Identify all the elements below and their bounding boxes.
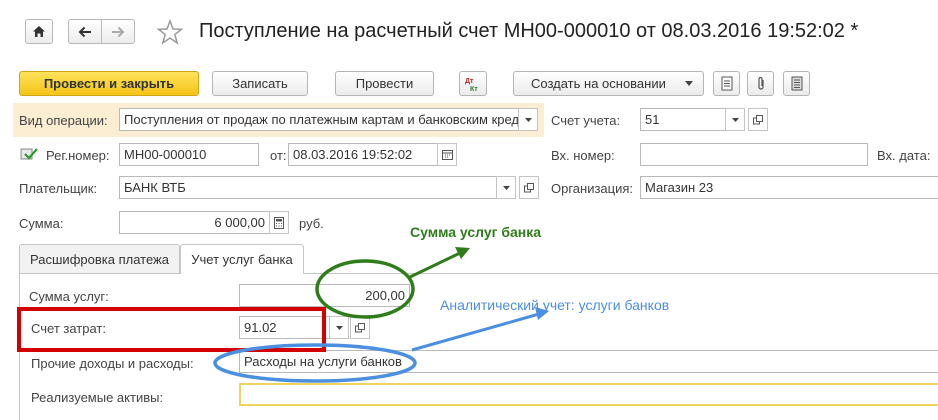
analytic-annotation: Аналитический учет: услуги банков: [440, 297, 670, 313]
cost-account-highlight-box: [17, 307, 326, 352]
bank-fee-annotation: Сумма услуг банка: [410, 224, 542, 240]
bank-fee-arrow-line: [409, 251, 461, 279]
annotation-overlay: [17, 247, 549, 383]
services-sum-highlight-ellipse: [315, 259, 415, 319]
analytic-arrow-line: [411, 312, 540, 352]
